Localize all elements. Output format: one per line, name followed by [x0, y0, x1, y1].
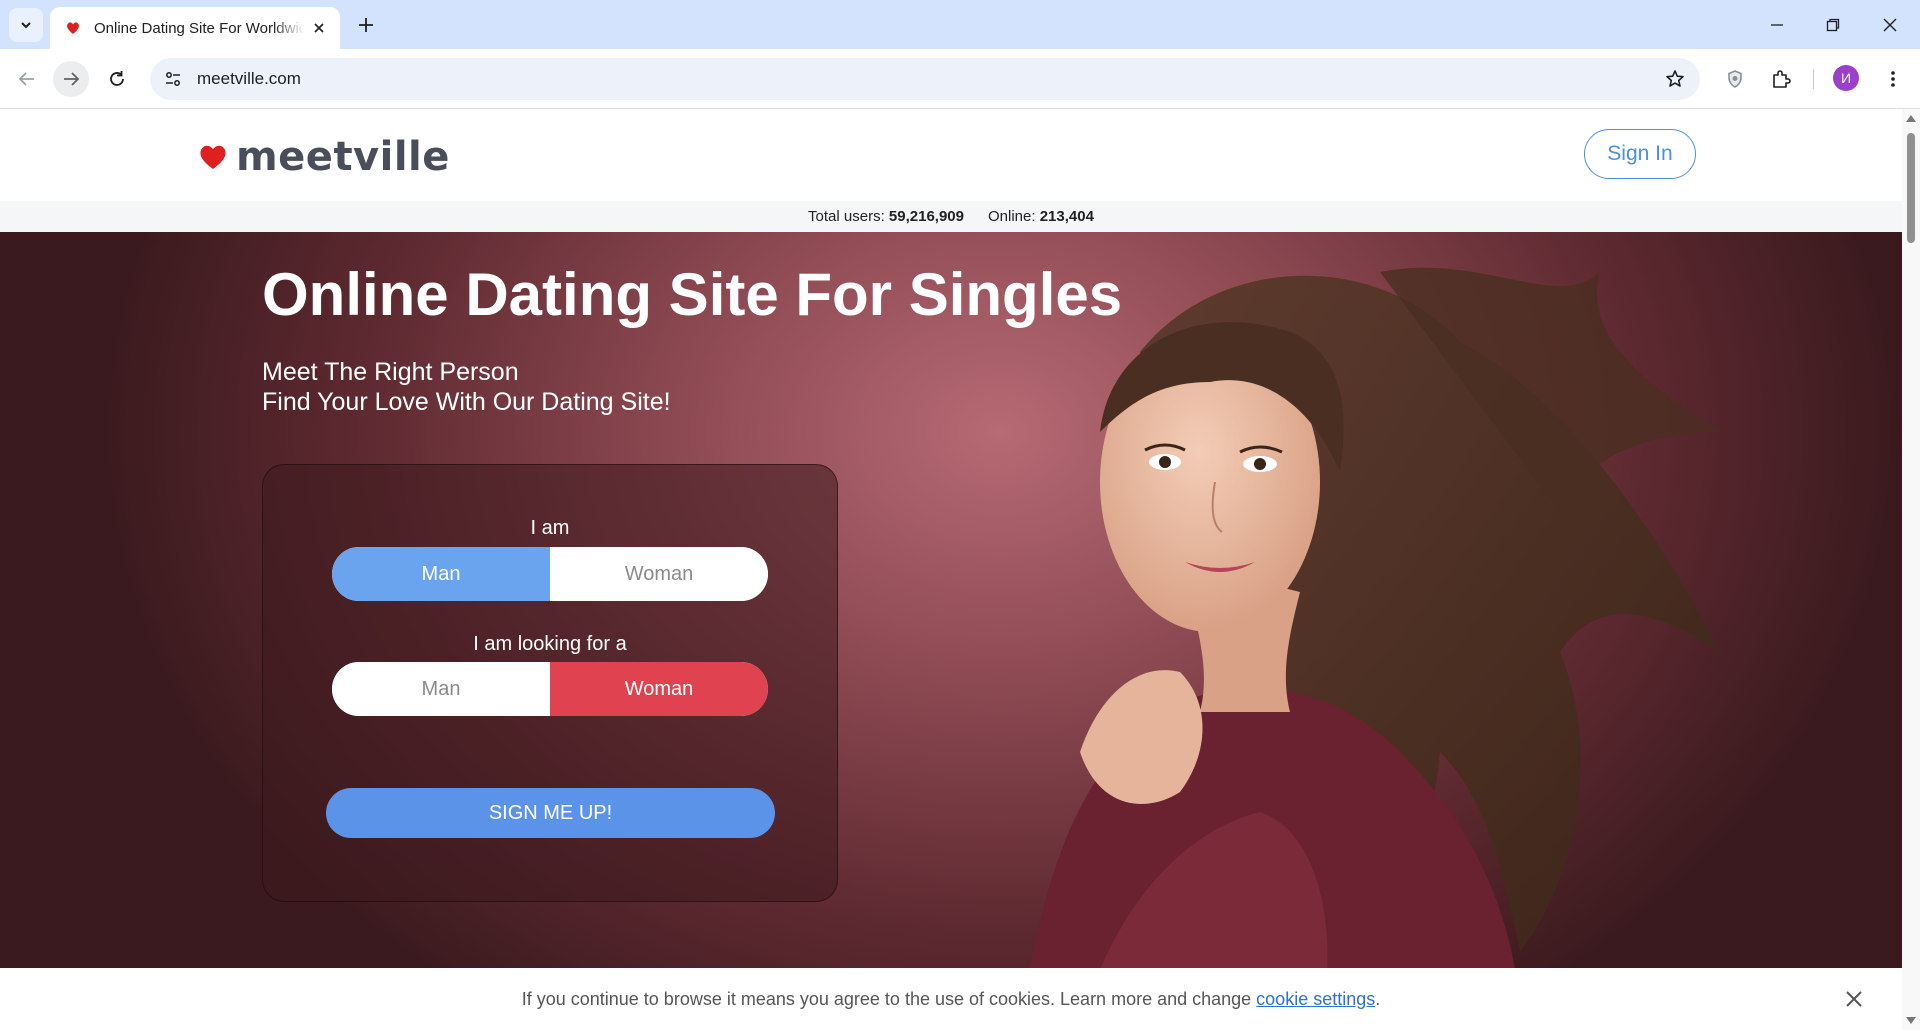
- address-bar[interactable]: meetville.com: [150, 58, 1700, 100]
- site-header: meetville Sign In: [0, 109, 1902, 201]
- looking-option-woman[interactable]: Woman: [550, 662, 768, 716]
- cookie-message: If you continue to browse it means you a…: [521, 988, 1257, 1009]
- browser-tab-active[interactable]: Online Dating Site For Worldwide Singles: [50, 7, 340, 49]
- site-logo[interactable]: meetville: [198, 134, 450, 180]
- browser-menu-button[interactable]: [1876, 62, 1910, 96]
- page-viewport: meetville Sign In Total users: 59,216,90…: [0, 109, 1902, 1030]
- back-button[interactable]: [9, 61, 45, 97]
- arrow-right-icon: [64, 72, 80, 86]
- tab-title: Online Dating Site For Worldwide Singles: [94, 19, 304, 37]
- total-users-label: Total users:: [808, 208, 885, 225]
- cookie-close-button[interactable]: [1842, 987, 1866, 1011]
- minimize-button[interactable]: [1762, 10, 1792, 40]
- sign-in-button[interactable]: Sign In: [1584, 129, 1696, 179]
- browser-toolbar: meetville.com И: [0, 49, 1920, 109]
- i-am-label: I am: [530, 517, 570, 539]
- close-window-button[interactable]: [1875, 10, 1905, 40]
- close-icon: [1846, 991, 1862, 1007]
- tab-search-button[interactable]: [9, 8, 43, 42]
- restore-icon: [1826, 18, 1840, 32]
- url-text: meetville.com: [197, 69, 301, 88]
- reload-button[interactable]: [99, 61, 135, 97]
- page-scrollbar[interactable]: [1902, 109, 1920, 1030]
- reload-icon: [110, 71, 124, 86]
- close-icon: [1883, 18, 1897, 32]
- scroll-down-arrow-icon[interactable]: [1906, 1017, 1916, 1024]
- cookie-text: If you continue to browse it means you a…: [522, 989, 1381, 1010]
- hero-title: Online Dating Site For Singles: [262, 261, 1123, 328]
- heart-favicon-icon: [64, 19, 82, 37]
- plus-icon: [359, 18, 373, 32]
- hero-subtitle-line1: Meet The Right Person: [262, 358, 519, 386]
- minimize-icon: [1771, 24, 1783, 26]
- looking-for-label: I am looking for a: [473, 633, 627, 655]
- sign-me-up-button[interactable]: SIGN ME UP!: [326, 788, 775, 838]
- gender-option-man[interactable]: Man: [332, 547, 550, 601]
- logo-text: meetville: [236, 134, 450, 180]
- site-settings-icon[interactable]: [163, 69, 183, 89]
- shield-icon: [1728, 70, 1742, 88]
- profile-avatar[interactable]: И: [1833, 65, 1859, 91]
- online-users-stat: Online: 213,404: [988, 208, 1094, 225]
- heart-logo-icon: [200, 145, 226, 169]
- chevron-down-icon: [21, 22, 31, 29]
- hero-subtitle: Meet The Right Person Find Your Love Wit…: [262, 357, 671, 417]
- close-tab-icon[interactable]: [310, 19, 328, 37]
- online-users-label: Online:: [988, 208, 1036, 225]
- hero-subtitle-line2: Find Your Love With Our Dating Site!: [262, 388, 671, 416]
- gender-option-woman[interactable]: Woman: [550, 547, 768, 601]
- stats-bar: Total users: 59,216,909 Online: 213,404: [0, 201, 1902, 232]
- arrow-left-icon: [18, 72, 34, 86]
- bookmark-star-icon[interactable]: [1664, 68, 1686, 90]
- extension-shield-button[interactable]: [1718, 62, 1752, 96]
- scroll-up-arrow-icon[interactable]: [1906, 115, 1916, 122]
- new-tab-button[interactable]: [353, 12, 379, 38]
- toolbar-divider: [1813, 69, 1814, 89]
- gender-toggle: Man Woman: [332, 547, 768, 601]
- hero-woman-photo: [1020, 267, 1720, 1030]
- signup-form: I am Man Woman I am looking for a Man Wo…: [262, 464, 838, 902]
- scrollbar-thumb[interactable]: [1907, 133, 1915, 243]
- looking-for-toggle: Man Woman: [332, 662, 768, 716]
- puzzle-icon: [1773, 70, 1791, 88]
- looking-option-man[interactable]: Man: [332, 662, 550, 716]
- cookie-settings-link[interactable]: cookie settings: [1256, 989, 1375, 1009]
- hero-section: Online Dating Site For Singles Meet The …: [0, 232, 1902, 1030]
- online-users-value: 213,404: [1039, 208, 1094, 225]
- more-vertical-icon: [1891, 71, 1895, 87]
- forward-button[interactable]: [53, 61, 89, 97]
- total-users-value: 59,216,909: [888, 208, 964, 225]
- extensions-button[interactable]: [1764, 62, 1798, 96]
- browser-tabstrip: Online Dating Site For Worldwide Singles: [0, 0, 1920, 49]
- total-users-stat: Total users: 59,216,909: [808, 208, 964, 225]
- cookie-suffix: .: [1375, 988, 1381, 1009]
- restore-button[interactable]: [1818, 10, 1848, 40]
- cookie-banner: If you continue to browse it means you a…: [0, 968, 1902, 1030]
